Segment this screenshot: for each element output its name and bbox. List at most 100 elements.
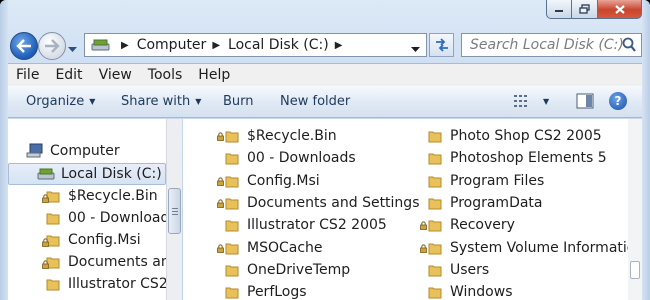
close-button[interactable] — [598, 0, 642, 19]
folder-icon — [217, 174, 239, 188]
organize-label: Organize — [26, 94, 85, 109]
window-frame-left — [0, 0, 8, 300]
file-item[interactable]: Config.Msi — [217, 171, 320, 191]
lock-icon — [42, 194, 49, 203]
file-item[interactable]: PerfLogs — [225, 282, 307, 300]
file-name: MSOCache — [247, 239, 323, 256]
help-icon: ? — [614, 94, 622, 108]
change-view-button[interactable]: ▼ — [513, 93, 549, 109]
file-name: Photoshop Elements 5 — [450, 150, 607, 167]
lock-icon — [420, 243, 427, 253]
chevron-down-icon — [68, 47, 77, 52]
folder-icon — [428, 129, 442, 143]
file-name: PerfLogs — [247, 284, 307, 300]
folder-icon — [225, 263, 239, 277]
file-item[interactable]: Windows — [428, 282, 513, 300]
lock-icon — [42, 260, 49, 269]
tree-label-local-disk: Local Disk (C:) — [61, 166, 162, 182]
organize-button[interactable]: Organize ▼ — [26, 94, 95, 109]
menu-edit[interactable]: Edit — [55, 67, 82, 83]
breadcrumb-separator[interactable]: ▶ — [212, 40, 220, 51]
window-frame-right — [642, 0, 650, 300]
minimize-button[interactable] — [546, 0, 572, 19]
arrow-right-icon — [45, 39, 60, 53]
file-item[interactable]: Program Files — [428, 171, 544, 191]
file-name: Program Files — [450, 172, 545, 189]
navigation-scrollbar[interactable] — [166, 119, 182, 300]
tree-item-config-msi[interactable]: Config.Msi — [42, 232, 141, 248]
file-name: Recovery — [450, 217, 515, 234]
preview-pane-button[interactable] — [576, 93, 594, 113]
folder-icon — [46, 211, 60, 225]
refresh-button[interactable] — [429, 33, 454, 57]
file-item[interactable]: Recovery — [420, 215, 515, 235]
file-item[interactable]: OneDriveTemp — [225, 260, 350, 280]
file-item[interactable]: Illustrator CS2 2005 — [225, 215, 387, 235]
lock-icon — [420, 221, 427, 231]
arrow-left-icon — [16, 39, 31, 53]
folder-icon — [428, 174, 442, 188]
back-button[interactable] — [10, 32, 38, 60]
folder-icon — [42, 255, 60, 269]
tree-label: $Recycle.Bin — [68, 188, 158, 204]
search-icon[interactable] — [621, 37, 637, 53]
tree-item-documents[interactable]: Documents and — [42, 254, 166, 270]
file-list: $Recycle.Bin 00 - Downloads Config.Msi Docu… — [183, 119, 642, 300]
chevron-down-icon — [411, 47, 420, 52]
file-item[interactable]: 00 - Downloads — [225, 148, 356, 168]
help-button[interactable]: ? — [609, 92, 627, 110]
file-item[interactable]: MSOCache — [217, 238, 323, 258]
file-name: System Volume Information — [450, 239, 642, 256]
file-item[interactable]: Photoshop Elements 5 — [428, 148, 607, 168]
chevron-down-icon[interactable]: ▼ — [543, 97, 549, 106]
breadcrumb-computer[interactable]: Computer — [137, 37, 207, 53]
file-item[interactable]: ProgramData — [428, 193, 543, 213]
file-item[interactable]: Photo Shop CS2 2005 — [428, 126, 602, 146]
maximize-button[interactable] — [572, 0, 598, 19]
tree-label: Illustrator CS2 2 — [68, 276, 166, 292]
computer-icon — [26, 143, 43, 158]
file-list-scrollbar[interactable] — [628, 119, 642, 300]
scrollbar-thumb[interactable] — [168, 188, 181, 234]
share-with-button[interactable]: Share with ▼ — [121, 94, 201, 109]
command-bar: Organize ▼ Share with ▼ Burn New folder ▼ … — [8, 86, 642, 118]
lock-icon — [217, 199, 224, 208]
tree-label-computer: Computer — [50, 143, 120, 159]
burn-button[interactable]: Burn — [223, 94, 254, 109]
scrollbar-thumb[interactable] — [630, 261, 640, 279]
file-item[interactable]: System Volume Information — [420, 238, 642, 258]
folder-icon — [420, 218, 442, 232]
menu-tools[interactable]: Tools — [148, 67, 183, 83]
menu-help[interactable]: Help — [198, 67, 230, 83]
breadcrumb-local-disk[interactable]: Local Disk (C:) — [228, 37, 329, 53]
tree-item-downloads[interactable]: 00 - Downloads — [46, 210, 166, 226]
file-item[interactable]: Users — [428, 260, 489, 280]
menu-view[interactable]: View — [99, 67, 132, 83]
menu-bar: File Edit View Tools Help — [8, 63, 642, 86]
menu-file[interactable]: File — [16, 67, 39, 83]
breadcrumb-separator[interactable]: ▶ — [335, 40, 343, 51]
search-input[interactable]: Search Local Disk (C:) — [461, 33, 642, 57]
file-item[interactable]: $Recycle.Bin — [217, 126, 337, 146]
forward-button[interactable] — [38, 32, 66, 60]
chevron-down-icon: ▼ — [89, 97, 96, 106]
file-item[interactable]: Documents and Settings — [217, 193, 419, 213]
preview-pane-icon — [576, 93, 594, 109]
new-folder-button[interactable]: New folder — [280, 94, 350, 109]
tree-item-computer[interactable]: Computer — [26, 143, 120, 159]
breadcrumb-separator[interactable]: ▶ — [121, 40, 129, 51]
folder-icon — [42, 189, 60, 203]
tree-item-recycle-bin[interactable]: $Recycle.Bin — [42, 188, 158, 204]
file-name: Windows — [450, 284, 513, 300]
tree-item-local-disk[interactable]: Local Disk (C:) — [8, 163, 166, 185]
folder-icon — [428, 196, 442, 210]
address-history-dropdown[interactable] — [411, 41, 420, 57]
folder-icon — [428, 151, 442, 165]
folder-icon — [46, 277, 60, 291]
address-bar[interactable]: ▶ Computer ▶ Local Disk (C:) ▶ — [84, 33, 427, 57]
drive-icon — [91, 39, 110, 51]
recent-pages-dropdown[interactable] — [68, 42, 77, 57]
minimize-icon — [555, 10, 563, 12]
tree-item-illustrator[interactable]: Illustrator CS2 2 — [46, 276, 166, 292]
refresh-icon — [435, 38, 448, 52]
